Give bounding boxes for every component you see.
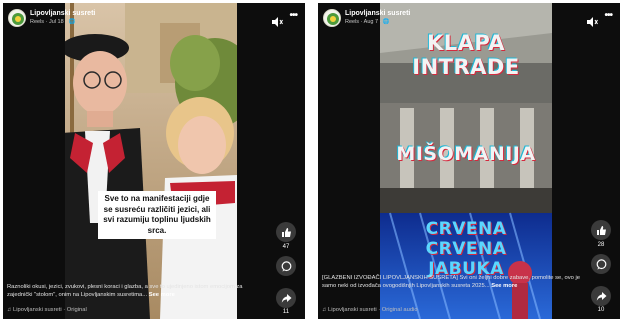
volume-icon[interactable]	[271, 14, 283, 32]
like-count: 28	[597, 242, 605, 248]
reel-header: Lipovljanski susreti Reels · Jul 18 · 🌐 …	[8, 7, 300, 35]
share-icon	[596, 291, 606, 301]
audio-text: Lipovljanski susreti · Original	[12, 307, 87, 313]
avatar[interactable]	[8, 9, 26, 27]
like-button[interactable]	[591, 220, 611, 240]
reel-overlay-text: Sve to na manifestaciji gdje se susreću …	[98, 191, 216, 239]
see-more-link[interactable]: See more	[149, 292, 175, 298]
audio-label[interactable]: ♫ Lipovljanski susreti · Original	[7, 307, 247, 313]
post-meta: Reels · Jul 18 · 🌐	[30, 19, 76, 25]
volume-icon[interactable]	[586, 14, 598, 32]
more-icon[interactable]: •••	[604, 10, 612, 21]
like-count: 47	[282, 244, 290, 250]
reel-card-1[interactable]: Sve to na manifestaciji gdje se susreću …	[3, 3, 305, 319]
post-meta: Reels · Aug 7 · 🌐	[345, 19, 390, 25]
music-icon: ♫	[322, 307, 327, 313]
audio-label[interactable]: ♫ Lipovljanski susreti · Original audio	[322, 307, 562, 313]
audio-text: Lipovljanski susreti · Original audio	[327, 307, 418, 313]
band-title-crvena-2: CRVENA	[425, 239, 507, 259]
avatar-logo	[12, 13, 24, 25]
caption-text: Raznoliki okusi, jezici, zvukovi, plesni…	[7, 284, 243, 298]
music-icon: ♫	[7, 307, 12, 313]
band-title-misomanija: MIŠOMANIJA	[396, 143, 536, 165]
like-icon	[596, 225, 606, 235]
comment-button[interactable]	[591, 254, 611, 274]
reel-caption[interactable]: [GLAZBENI IZVOĐAČI LIPOVLJANSKIH SUSRETA…	[322, 274, 584, 290]
reel-caption[interactable]: Raznoliki okusi, jezici, zvukovi, plesni…	[7, 283, 269, 299]
share-count: 11	[282, 309, 290, 315]
comment-icon	[281, 260, 291, 271]
band-title-intrade: INTRADE	[412, 55, 520, 79]
share-button[interactable]	[276, 288, 296, 308]
reel-video-1[interactable]: Sve to na manifestaciji gdje se susreću …	[65, 3, 237, 319]
reel-card-2[interactable]: KLAPA INTRADE MIŠOMANIJA CRVENA CRVENA J…	[318, 3, 620, 319]
share-count: 10	[597, 307, 605, 313]
page-name[interactable]: Lipovljanski susreti	[30, 10, 95, 17]
band-title-crvena-1: CRVENA	[425, 219, 507, 239]
reel-video-2[interactable]: KLAPA INTRADE MIŠOMANIJA CRVENA CRVENA J…	[380, 3, 552, 319]
page-name[interactable]: Lipovljanski susreti	[345, 10, 410, 17]
like-icon	[281, 227, 291, 237]
like-button[interactable]	[276, 222, 296, 242]
avatar-logo	[327, 13, 339, 25]
share-icon	[281, 293, 291, 303]
reel-header: Lipovljanski susreti Reels · Aug 7 · 🌐 •…	[323, 7, 615, 35]
reel-video-image-1	[65, 3, 237, 319]
share-button[interactable]	[591, 286, 611, 306]
see-more-link[interactable]: See more	[491, 283, 517, 289]
comment-button[interactable]	[276, 256, 296, 276]
avatar[interactable]	[323, 9, 341, 27]
comment-icon	[596, 258, 606, 269]
more-icon[interactable]: •••	[289, 10, 297, 21]
caption-text: [GLAZBENI IZVOĐAČI LIPOVLJANSKIH SUSRETA…	[322, 275, 580, 289]
